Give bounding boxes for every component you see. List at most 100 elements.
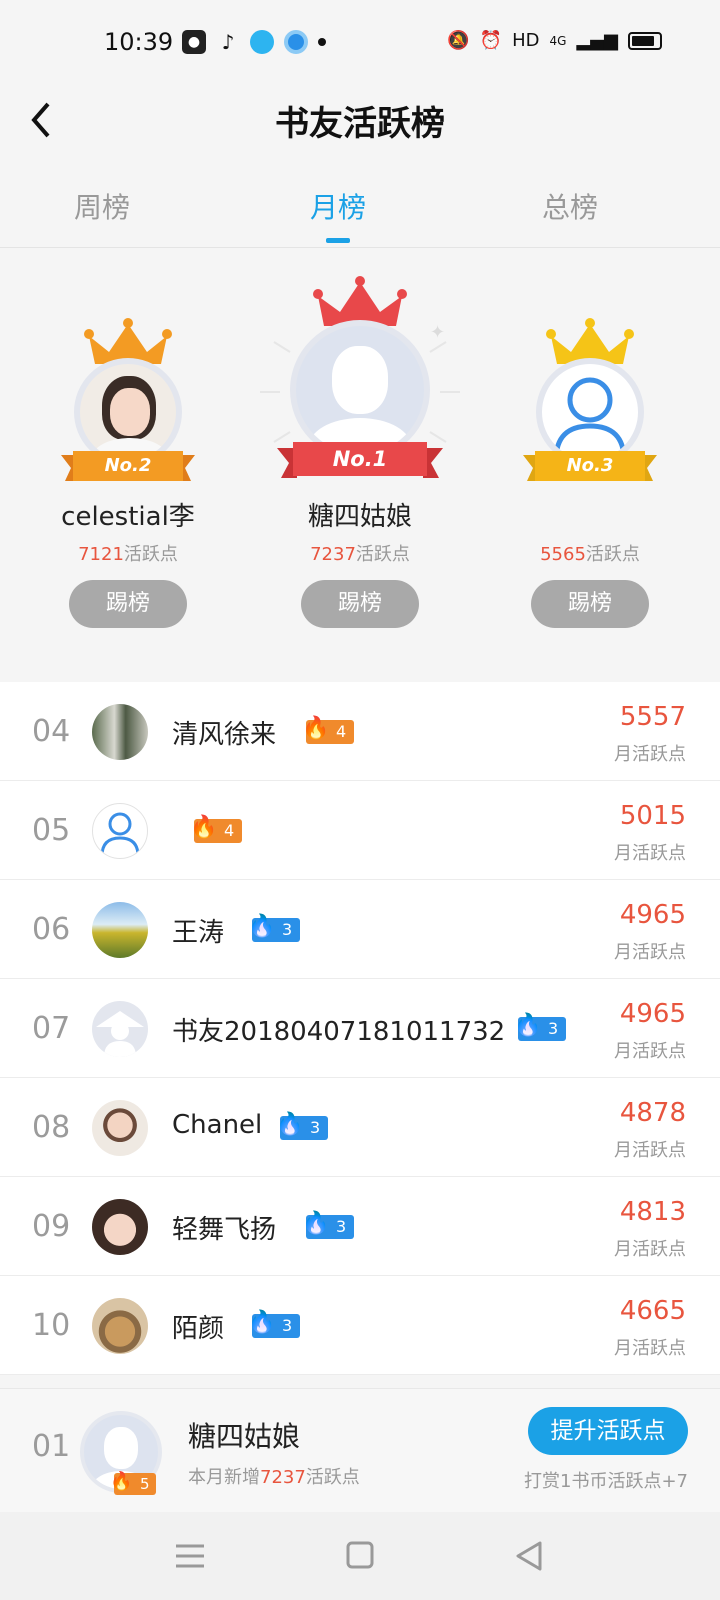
- svg-text:✦: ✦: [430, 322, 445, 343]
- avatar: [92, 803, 148, 859]
- avatar: [92, 1298, 148, 1354]
- alarm-icon: ⏰: [479, 30, 503, 51]
- tab-total[interactable]: 总榜: [490, 186, 650, 226]
- status-app-icons: ● ♪: [182, 30, 326, 54]
- rank-ribbon: No.3: [523, 451, 657, 485]
- rank-label: No.2: [104, 455, 152, 476]
- level-badge: 🔥 3: [248, 1310, 301, 1338]
- default-user-icon: [553, 377, 627, 460]
- avatar[interactable]: [74, 358, 182, 466]
- level-value: 3: [336, 1217, 347, 1236]
- level-value: 3: [282, 1316, 293, 1335]
- avatar-head: [104, 1427, 138, 1469]
- level-badge: 🔥 3: [302, 1211, 355, 1239]
- list-item[interactable]: 06 王涛 🔥 3 4965 月活跃点: [0, 880, 720, 979]
- my-rank: 01: [32, 1429, 71, 1464]
- row-rank: 08: [32, 1110, 71, 1145]
- row-rank: 04: [32, 714, 71, 749]
- row-rank: 05: [32, 813, 71, 848]
- level-badge: 🔥 3: [514, 1013, 567, 1041]
- podium-third: No.3 5565活跃点 踢榜: [480, 248, 700, 680]
- list-item[interactable]: 10 陌颜 🔥 3 4665 月活跃点: [0, 1276, 720, 1375]
- points-value: 5565: [540, 544, 586, 565]
- avatar: [92, 1199, 148, 1255]
- row-score: 4965: [619, 999, 686, 1029]
- list-item[interactable]: 09 轻舞飞扬 🔥 3 4813 月活跃点: [0, 1177, 720, 1276]
- level-badge: 🔥 4: [190, 815, 243, 843]
- points-value: 7121: [78, 544, 124, 565]
- avatar: [92, 902, 148, 958]
- avatar: [92, 1001, 148, 1057]
- sub-prefix: 本月新增: [188, 1467, 260, 1488]
- tab-weekly[interactable]: 周榜: [22, 186, 182, 226]
- row-unit: 月活跃点: [614, 843, 686, 864]
- level-badge: 🔥 3: [276, 1112, 329, 1140]
- list-item[interactable]: 04 清风徐来 🔥 4 5557 月活跃点: [0, 682, 720, 781]
- rank-ribbon: No.2: [61, 451, 195, 485]
- list-item[interactable]: 05 🔥 4 5015 月活跃点: [0, 781, 720, 880]
- row-rank: 06: [32, 912, 71, 947]
- row-score: 4665: [619, 1296, 686, 1326]
- avatar[interactable]: [290, 320, 430, 460]
- menu-icon[interactable]: [170, 1538, 210, 1574]
- tab-bar: 周榜 月榜 总榜: [0, 172, 720, 248]
- flame-icon: 🔥: [514, 1013, 542, 1038]
- list-item[interactable]: 08 Chanel 🔥 3 4878 月活跃点: [0, 1078, 720, 1177]
- flame-icon: 🔥: [302, 716, 330, 741]
- level-badge: 🔥 4: [302, 716, 355, 744]
- row-name: 陌颜: [172, 1314, 225, 1344]
- row-name: 清风徐来: [172, 720, 277, 750]
- kick-button[interactable]: 踢榜: [301, 580, 419, 628]
- podium-points: 7121活跃点: [18, 540, 238, 566]
- dot-icon: [318, 38, 326, 46]
- home-icon[interactable]: [340, 1538, 380, 1574]
- tab-monthly[interactable]: 月榜: [258, 186, 418, 226]
- row-name: Chanel: [172, 1110, 263, 1140]
- row-score: 4813: [619, 1197, 686, 1227]
- row-unit: 月活跃点: [614, 1239, 686, 1260]
- ranking-list: 04 清风徐来 🔥 4 5557 月活跃点 05 🔥 4 5015 月活跃点 06 …: [0, 682, 720, 1375]
- tab-active-indicator: [326, 238, 350, 243]
- podium-second: No.2 celestial李 7121活跃点 踢榜: [18, 248, 238, 680]
- row-score: 4965: [619, 900, 686, 930]
- rank-label: No.3: [566, 455, 614, 476]
- back-triangle-icon[interactable]: [510, 1538, 550, 1574]
- row-rank: 07: [32, 1011, 71, 1046]
- level-value: 4: [224, 821, 235, 840]
- podium-name: celestial李: [61, 502, 195, 532]
- status-bar: 10:39 ● ♪ 🔕 ⏰ HD 4G ▂▄▆: [0, 0, 720, 88]
- points-value: 7237: [310, 544, 356, 565]
- header: 书友活跃榜: [0, 88, 720, 156]
- row-name: 轻舞飞扬: [172, 1215, 277, 1245]
- points-suffix: 活跃点: [123, 544, 178, 565]
- row-unit: 月活跃点: [614, 1338, 686, 1359]
- row-rank: 10: [32, 1308, 71, 1343]
- row-name: 书友20180407181011732: [172, 1017, 506, 1047]
- page-title: 书友活跃榜: [275, 104, 445, 144]
- my-name: 糖四姑娘: [188, 1420, 301, 1453]
- kick-button[interactable]: 踢榜: [531, 580, 649, 628]
- row-score: 5557: [619, 702, 686, 732]
- avatar[interactable]: [536, 358, 644, 466]
- row-name: 王涛: [172, 918, 225, 948]
- boost-activity-button[interactable]: 提升活跃点: [528, 1407, 688, 1455]
- flame-icon: 🔥: [248, 914, 276, 939]
- level-badge: 🔥 5: [110, 1471, 156, 1495]
- kick-button[interactable]: 踢榜: [69, 580, 187, 628]
- avatar-face: [110, 388, 150, 436]
- wechat-icon: ●: [182, 30, 206, 54]
- status-time: 10:39: [104, 28, 174, 56]
- flame-icon: 🔥: [190, 815, 218, 840]
- flame-icon: 🔥: [276, 1112, 304, 1137]
- list-item[interactable]: 07 书友20180407181011732 🔥 3 4965 月活跃点: [0, 979, 720, 1078]
- mute-icon: 🔕: [447, 30, 470, 51]
- avatar: [92, 704, 148, 760]
- points-suffix: 活跃点: [355, 544, 410, 565]
- podium-points: 7237活跃点: [250, 540, 470, 566]
- my-monthly-points: 本月新增7237活跃点: [188, 1463, 360, 1489]
- row-unit: 月活跃点: [614, 1140, 686, 1161]
- row-unit: 月活跃点: [614, 744, 686, 765]
- row-score: 4878: [619, 1098, 686, 1128]
- level-value: 3: [548, 1019, 559, 1038]
- rank-label: No.1: [332, 447, 388, 471]
